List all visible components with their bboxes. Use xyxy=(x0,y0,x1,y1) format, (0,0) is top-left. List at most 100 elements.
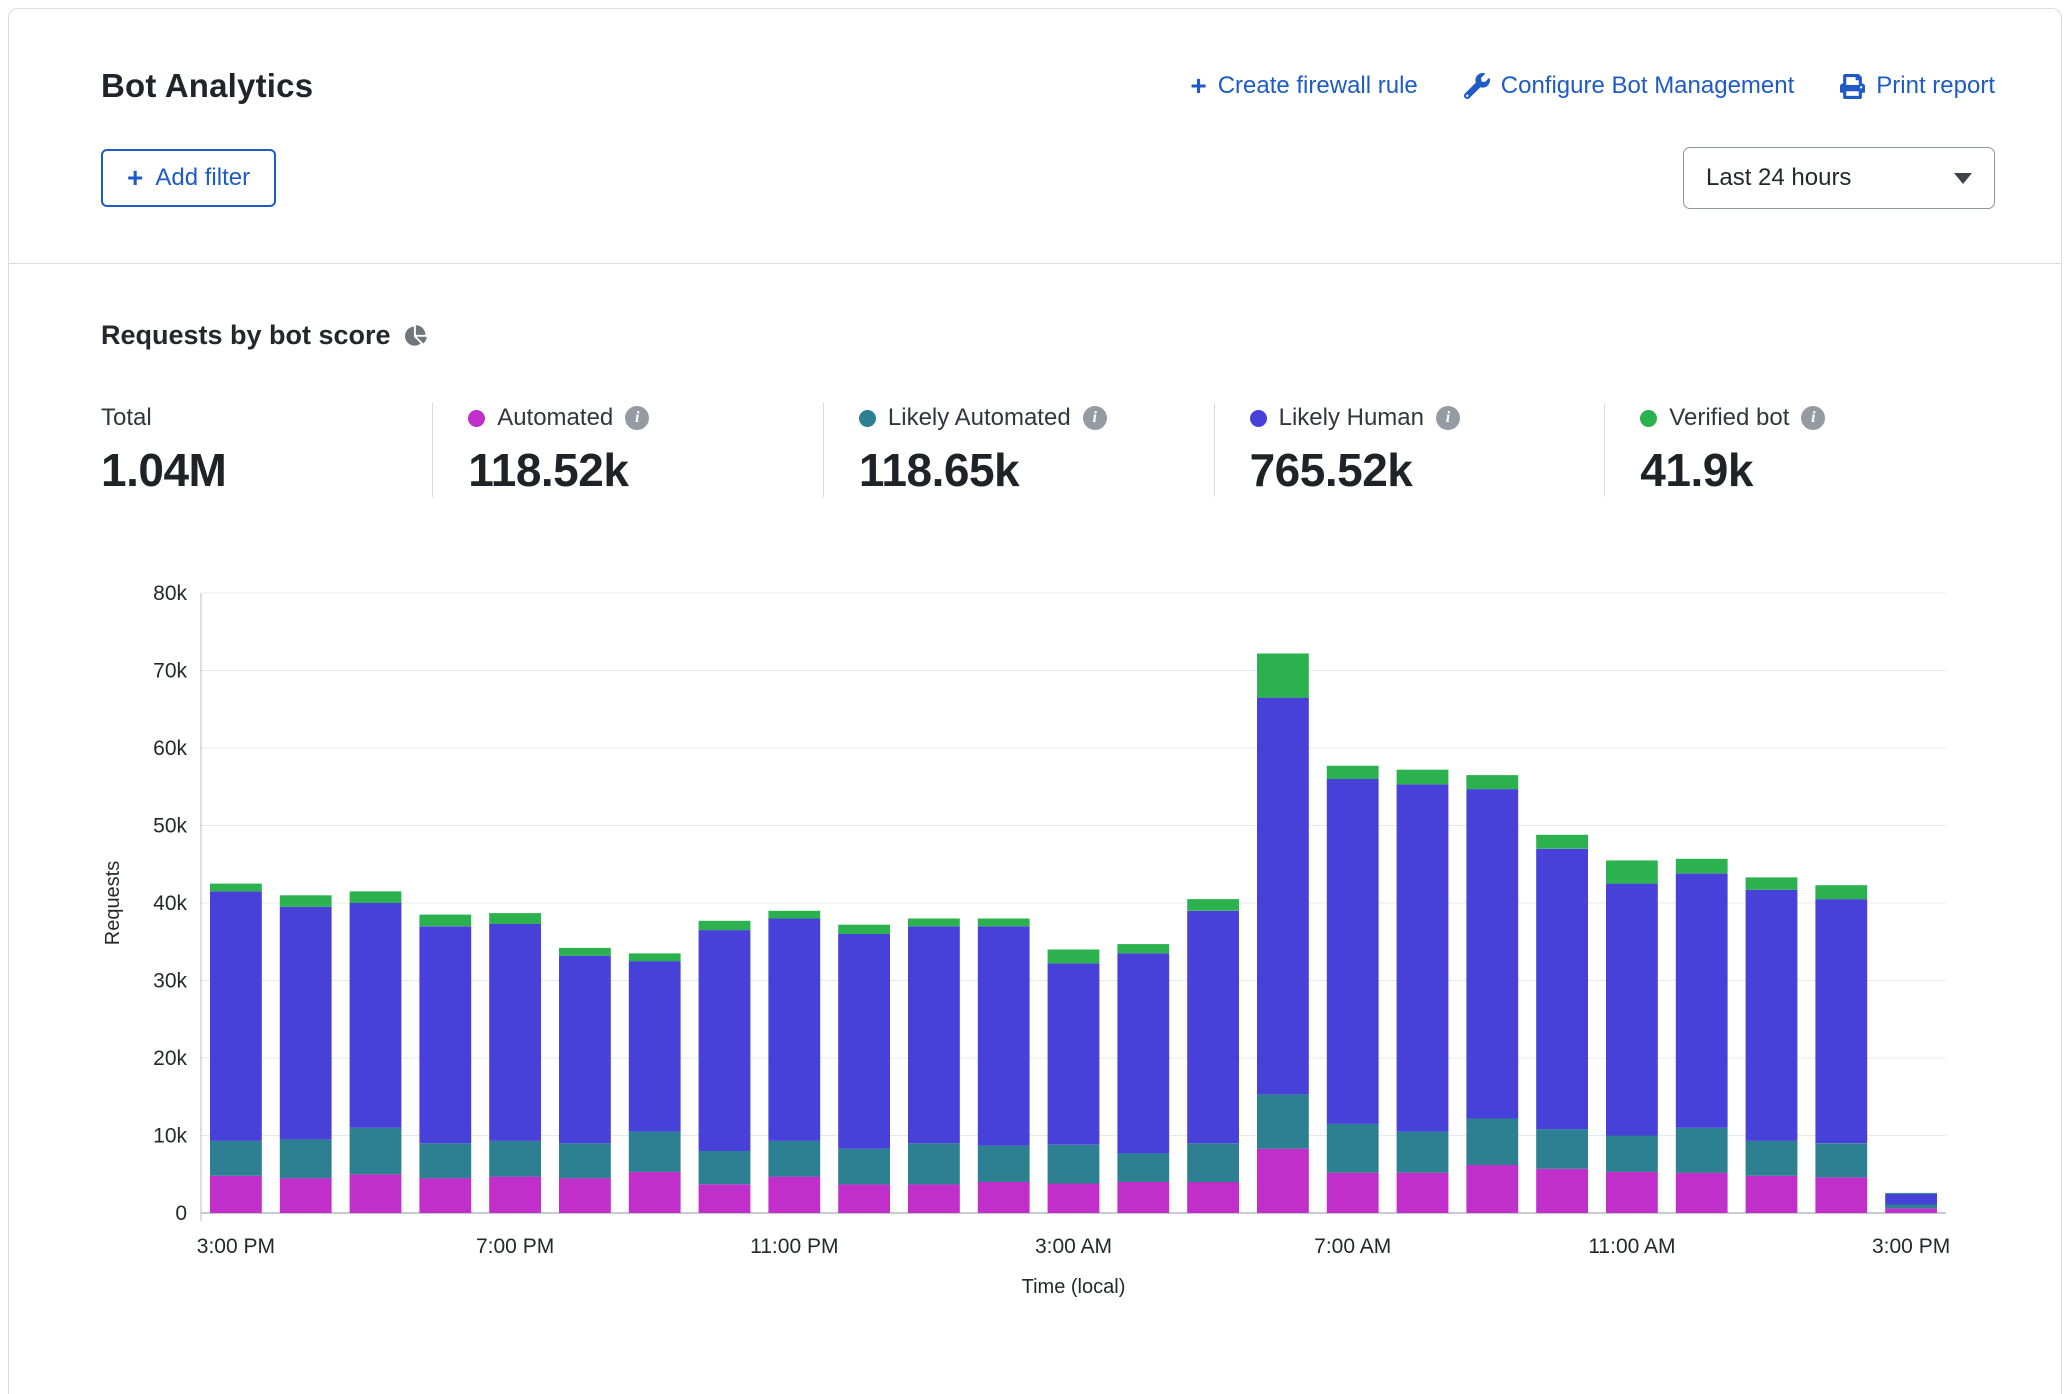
stat-verified-bot[interactable]: Verified bot i 41.9k xyxy=(1604,403,1995,497)
bar-segment[interactable] xyxy=(838,934,890,1149)
bar-segment[interactable] xyxy=(210,1141,262,1176)
bar-segment[interactable] xyxy=(559,1143,611,1178)
stat-likely-human[interactable]: Likely Human i 765.52k xyxy=(1214,403,1605,497)
configure-bot-management-link[interactable]: Configure Bot Management xyxy=(1464,72,1795,100)
bar-segment[interactable] xyxy=(1676,1173,1728,1213)
bar-segment[interactable] xyxy=(629,953,681,961)
bar-segment[interactable] xyxy=(350,1128,402,1175)
add-filter-button[interactable]: + Add filter xyxy=(101,149,276,207)
bar-segment[interactable] xyxy=(1746,890,1798,1141)
bar-segment[interactable] xyxy=(838,1184,890,1213)
bar-segment[interactable] xyxy=(419,915,471,927)
bar-segment[interactable] xyxy=(1187,1182,1239,1213)
bar-segment[interactable] xyxy=(1606,1172,1658,1213)
bar-segment[interactable] xyxy=(1048,1145,1100,1184)
bar-segment[interactable] xyxy=(1327,1124,1379,1173)
bar-segment[interactable] xyxy=(1536,849,1588,1130)
bar-segment[interactable] xyxy=(1606,860,1658,883)
bar-segment[interactable] xyxy=(280,895,332,907)
bar-segment[interactable] xyxy=(1815,899,1867,1143)
bar-segment[interactable] xyxy=(1606,1136,1658,1172)
bar-segment[interactable] xyxy=(908,1184,960,1213)
bar-segment[interactable] xyxy=(699,930,751,1151)
bar-segment[interactable] xyxy=(559,956,611,1144)
bar-segment[interactable] xyxy=(1536,1129,1588,1169)
bar-segment[interactable] xyxy=(768,1141,820,1177)
create-firewall-rule-link[interactable]: + Create firewall rule xyxy=(1190,72,1417,100)
bar-segment[interactable] xyxy=(210,891,262,1141)
bar-segment[interactable] xyxy=(1815,1177,1867,1213)
bar-segment[interactable] xyxy=(1117,1182,1169,1213)
bar-segment[interactable] xyxy=(908,1143,960,1184)
bar-segment[interactable] xyxy=(350,1174,402,1213)
bar-segment[interactable] xyxy=(908,926,960,1143)
bar-segment[interactable] xyxy=(1606,884,1658,1136)
bar-segment[interactable] xyxy=(1815,1143,1867,1177)
bar-segment[interactable] xyxy=(1746,877,1798,889)
info-icon[interactable]: i xyxy=(1801,406,1825,430)
bar-segment[interactable] xyxy=(1536,1169,1588,1213)
bar-segment[interactable] xyxy=(768,919,820,1141)
bar-segment[interactable] xyxy=(699,1184,751,1213)
bar-segment[interactable] xyxy=(1117,944,1169,953)
bar-segment[interactable] xyxy=(978,1146,1030,1182)
bar-segment[interactable] xyxy=(838,1149,890,1185)
bar-segment[interactable] xyxy=(350,903,402,1128)
bar-segment[interactable] xyxy=(629,961,681,1132)
bar-segment[interactable] xyxy=(629,1172,681,1213)
stat-automated[interactable]: Automated i 118.52k xyxy=(432,403,823,497)
bar-segment[interactable] xyxy=(1397,1173,1449,1213)
bar-segment[interactable] xyxy=(559,948,611,956)
bar-segment[interactable] xyxy=(1466,789,1518,1118)
bar-segment[interactable] xyxy=(489,1177,541,1213)
bar-segment[interactable] xyxy=(838,925,890,934)
bar-segment[interactable] xyxy=(1048,950,1100,964)
bar-segment[interactable] xyxy=(1117,953,1169,1153)
bar-segment[interactable] xyxy=(1117,1153,1169,1182)
bar-segment[interactable] xyxy=(489,913,541,924)
bar-segment[interactable] xyxy=(1257,654,1309,698)
bar-segment[interactable] xyxy=(699,1151,751,1184)
bar-segment[interactable] xyxy=(350,891,402,903)
bar-segment[interactable] xyxy=(978,1182,1030,1213)
bar-segment[interactable] xyxy=(1257,1094,1309,1148)
bar-segment[interactable] xyxy=(1327,779,1379,1124)
bar-segment[interactable] xyxy=(419,1178,471,1213)
bar-segment[interactable] xyxy=(1676,1128,1728,1173)
bar-segment[interactable] xyxy=(1885,1205,1937,1209)
bar-segment[interactable] xyxy=(1397,770,1449,785)
bar-segment[interactable] xyxy=(280,907,332,1140)
bar-segment[interactable] xyxy=(978,926,1030,1145)
info-icon[interactable]: i xyxy=(1436,406,1460,430)
print-report-link[interactable]: Print report xyxy=(1840,72,1995,100)
bar-segment[interactable] xyxy=(1397,784,1449,1131)
bar-segment[interactable] xyxy=(699,921,751,930)
bar-segment[interactable] xyxy=(210,884,262,892)
bar-segment[interactable] xyxy=(1048,1184,1100,1214)
info-icon[interactable]: i xyxy=(1083,406,1107,430)
bar-segment[interactable] xyxy=(280,1178,332,1213)
info-icon[interactable]: i xyxy=(625,406,649,430)
bar-segment[interactable] xyxy=(1257,1149,1309,1213)
bar-segment[interactable] xyxy=(1885,1193,1937,1194)
bar-segment[interactable] xyxy=(210,1176,262,1213)
bar-segment[interactable] xyxy=(908,919,960,927)
bar-segment[interactable] xyxy=(1746,1141,1798,1176)
bar-segment[interactable] xyxy=(489,1141,541,1177)
bar-segment[interactable] xyxy=(1187,1143,1239,1182)
bar-segment[interactable] xyxy=(419,1143,471,1178)
bar-segment[interactable] xyxy=(559,1178,611,1213)
bar-segment[interactable] xyxy=(1536,835,1588,849)
bar-segment[interactable] xyxy=(768,1177,820,1213)
bar-segment[interactable] xyxy=(1327,766,1379,779)
bar-segment[interactable] xyxy=(1676,859,1728,874)
bar-segment[interactable] xyxy=(1327,1173,1379,1213)
bar-segment[interactable] xyxy=(1466,775,1518,789)
time-range-select[interactable]: Last 24 hours xyxy=(1683,147,1995,209)
bar-segment[interactable] xyxy=(1257,698,1309,1095)
bar-segment[interactable] xyxy=(1885,1194,1937,1205)
bar-segment[interactable] xyxy=(1466,1119,1518,1166)
bar-segment[interactable] xyxy=(419,926,471,1143)
bar-segment[interactable] xyxy=(1466,1165,1518,1213)
bar-segment[interactable] xyxy=(1187,911,1239,1144)
